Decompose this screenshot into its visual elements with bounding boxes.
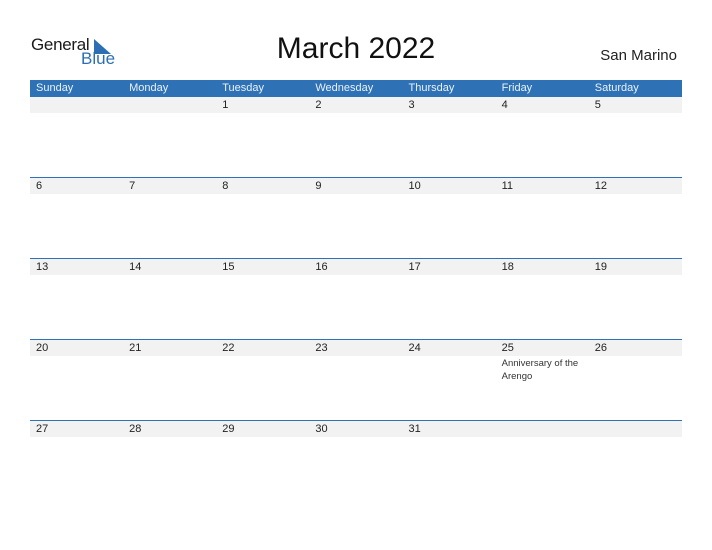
day-number: 14 bbox=[129, 261, 142, 273]
day-number: 4 bbox=[501, 99, 508, 111]
holiday-event bbox=[309, 113, 402, 114]
day-number: 16 bbox=[315, 261, 328, 273]
week-date-bar: 6 7 8 9 10 11 12 bbox=[30, 178, 682, 194]
holiday-event bbox=[30, 113, 123, 114]
day-number: 28 bbox=[129, 423, 142, 435]
day-number: 12 bbox=[594, 180, 607, 192]
day-number: 19 bbox=[594, 261, 607, 273]
day-number: 6 bbox=[36, 180, 43, 192]
holiday-event bbox=[589, 356, 682, 383]
holiday-event bbox=[309, 275, 402, 276]
holiday-event bbox=[30, 275, 123, 276]
weekday-thursday: Thursday bbox=[408, 82, 455, 94]
day-number: 22 bbox=[222, 342, 235, 354]
holiday-event bbox=[123, 113, 216, 114]
holiday-event bbox=[403, 113, 496, 114]
holiday-event bbox=[123, 275, 216, 276]
holiday-event bbox=[403, 437, 496, 438]
week-events bbox=[30, 113, 682, 114]
day-number: 7 bbox=[129, 180, 136, 192]
holiday-event bbox=[589, 437, 682, 438]
weekday-wednesday: Wednesday bbox=[315, 82, 374, 94]
holiday-event bbox=[309, 356, 402, 383]
day-number: 29 bbox=[222, 423, 235, 435]
holiday-event bbox=[309, 437, 402, 438]
holiday-event bbox=[123, 356, 216, 383]
week-date-bar: 1 2 3 4 5 bbox=[30, 97, 682, 113]
weekday-friday: Friday bbox=[501, 82, 533, 94]
holiday-event bbox=[496, 437, 589, 438]
holiday-event bbox=[403, 275, 496, 276]
weekday-saturday: Saturday bbox=[594, 82, 639, 94]
weekday-tuesday: Tuesday bbox=[222, 82, 265, 94]
day-number: 10 bbox=[408, 180, 421, 192]
holiday-event bbox=[403, 356, 496, 383]
holiday-event bbox=[496, 194, 589, 195]
weekday-monday: Monday bbox=[129, 82, 169, 94]
day-number bbox=[496, 421, 589, 437]
day-number: 20 bbox=[36, 342, 49, 354]
day-number: 5 bbox=[594, 99, 601, 111]
week-date-bar: 27 28 29 30 31 bbox=[30, 421, 682, 437]
holiday-event bbox=[30, 356, 123, 383]
calendar-week-row: 20 21 22 23 24 25 26 Anniversary of the Arengo bbox=[30, 339, 682, 383]
holiday-event bbox=[30, 437, 123, 438]
holiday-event bbox=[123, 437, 216, 438]
day-number: 25 bbox=[501, 342, 514, 354]
day-number: 17 bbox=[408, 261, 421, 273]
weekday-sunday: Sunday bbox=[36, 82, 74, 94]
day-number: 31 bbox=[408, 423, 421, 435]
holiday-event bbox=[216, 275, 309, 276]
calendar-week-row: 13 14 15 16 17 18 19 bbox=[30, 258, 682, 276]
holiday-event bbox=[30, 194, 123, 195]
calendar-week-row: 1 2 3 4 5 bbox=[30, 97, 682, 114]
day-number bbox=[30, 97, 123, 113]
calendar-week-row: 27 28 29 30 31 bbox=[30, 420, 682, 438]
day-number bbox=[589, 421, 682, 437]
day-number bbox=[123, 97, 216, 113]
day-number: 11 bbox=[501, 180, 514, 192]
holiday-event bbox=[403, 194, 496, 195]
holiday-event bbox=[216, 356, 309, 383]
week-date-bar: 13 14 15 16 17 18 19 bbox=[30, 259, 682, 275]
weekday-header: Sunday Monday Tuesday Wednesday Thursday… bbox=[30, 80, 682, 97]
day-number: 27 bbox=[36, 423, 49, 435]
holiday-event: Anniversary of the Arengo bbox=[501, 358, 579, 382]
holiday-event bbox=[309, 194, 402, 195]
day-number: 21 bbox=[129, 342, 142, 354]
week-events bbox=[30, 275, 682, 276]
day-number: 3 bbox=[408, 99, 415, 111]
day-number: 24 bbox=[408, 342, 421, 354]
day-number: 9 bbox=[315, 180, 322, 192]
holiday-event bbox=[589, 275, 682, 276]
day-number: 30 bbox=[315, 423, 328, 435]
country-label: San Marino bbox=[600, 47, 677, 64]
day-number: 23 bbox=[315, 342, 328, 354]
holiday-event bbox=[216, 437, 309, 438]
calendar-week-row: 6 7 8 9 10 11 12 bbox=[30, 177, 682, 195]
week-events: Anniversary of the Arengo bbox=[30, 356, 682, 383]
day-number: 1 bbox=[222, 99, 229, 111]
holiday-event bbox=[216, 113, 309, 114]
day-number: 2 bbox=[315, 99, 322, 111]
holiday-event bbox=[216, 194, 309, 195]
holiday-event bbox=[496, 275, 589, 276]
day-number: 18 bbox=[501, 261, 514, 273]
day-number: 15 bbox=[222, 261, 235, 273]
day-number: 26 bbox=[594, 342, 607, 354]
holiday-event bbox=[589, 194, 682, 195]
holiday-event bbox=[123, 194, 216, 195]
week-date-bar: 20 21 22 23 24 25 26 bbox=[30, 340, 682, 356]
day-number: 13 bbox=[36, 261, 49, 273]
holiday-event bbox=[589, 113, 682, 114]
holiday-event bbox=[496, 113, 589, 114]
day-number: 8 bbox=[222, 180, 229, 192]
week-events bbox=[30, 437, 682, 438]
week-events bbox=[30, 194, 682, 195]
